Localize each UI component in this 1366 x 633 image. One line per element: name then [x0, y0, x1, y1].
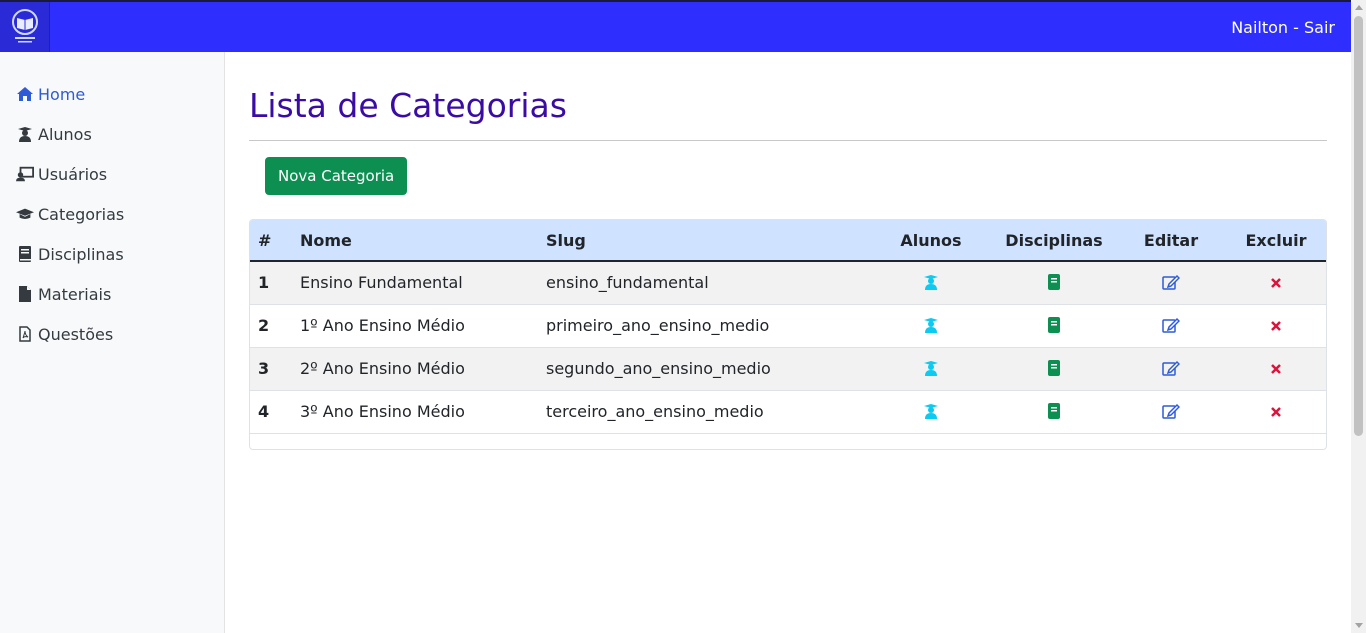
- page-title: Lista de Categorias: [249, 86, 567, 125]
- sidebar-item-label: Home: [38, 84, 86, 104]
- row-slug: terceiro_ano_ensino_medio: [546, 402, 764, 421]
- delete-x-icon[interactable]: [1266, 273, 1286, 293]
- logout-link[interactable]: Nailton - Sair: [1231, 18, 1335, 37]
- column-header-editar: Editar: [1143, 230, 1199, 250]
- row-id: 4: [258, 402, 270, 421]
- alunos-student-icon[interactable]: [921, 358, 941, 378]
- table-header-row: # Nome Slug Alunos Disciplinas Editar Ex…: [250, 220, 1326, 261]
- row-nome: 2º Ano Ensino Médio: [300, 359, 465, 378]
- scroll-up-arrow-icon[interactable]: [1355, 5, 1363, 10]
- graduation-cap-icon: [16, 205, 34, 223]
- sidebar-item-label: Materiais: [38, 284, 112, 304]
- disciplinas-book-icon[interactable]: [1044, 315, 1064, 335]
- sidebar: Home Alunos Usuários Categorias Discipli…: [0, 52, 225, 633]
- table-row: 2 1º Ano Ensino Médio primeiro_ano_ensin…: [250, 304, 1326, 347]
- categories-table: # Nome Slug Alunos Disciplinas Editar Ex…: [250, 220, 1326, 434]
- categories-table-container: # Nome Slug Alunos Disciplinas Editar Ex…: [249, 219, 1327, 450]
- student-icon: [16, 125, 34, 143]
- delete-x-icon[interactable]: [1266, 316, 1286, 336]
- title-divider: [249, 140, 1327, 141]
- column-header-disciplinas: Disciplinas: [1005, 230, 1103, 250]
- edit-icon[interactable]: [1161, 315, 1181, 335]
- row-nome: Ensino Fundamental: [300, 273, 463, 293]
- column-header-id: #: [258, 230, 272, 250]
- file-pdf-icon: [16, 325, 34, 343]
- sidebar-item-questoes[interactable]: Questões: [0, 314, 224, 354]
- alunos-student-icon[interactable]: [921, 401, 941, 421]
- sidebar-item-usuarios[interactable]: Usuários: [0, 154, 224, 194]
- sidebar-item-materiais[interactable]: Materiais: [0, 274, 224, 314]
- column-header-nome: Nome: [300, 230, 352, 250]
- row-id: 3: [258, 359, 270, 378]
- table-row: 4 3º Ano Ensino Médio terceiro_ano_ensin…: [250, 390, 1326, 433]
- row-id: 1: [258, 273, 270, 293]
- alunos-student-icon[interactable]: [921, 272, 941, 292]
- top-navbar: Nailton - Sair: [0, 0, 1351, 52]
- table-row: 1 Ensino Fundamental ensino_fundamental: [250, 261, 1326, 304]
- sidebar-item-alunos[interactable]: Alunos: [0, 114, 224, 154]
- book-icon: [16, 245, 34, 263]
- sidebar-item-label: Disciplinas: [38, 244, 124, 264]
- school-logo-icon[interactable]: [0, 2, 50, 52]
- table-row: 3 2º Ano Ensino Médio segundo_ano_ensino…: [250, 347, 1326, 390]
- disciplinas-book-icon[interactable]: [1044, 358, 1064, 378]
- disciplinas-book-icon[interactable]: [1044, 272, 1064, 292]
- column-header-slug: Slug: [546, 230, 586, 250]
- sidebar-item-label: Alunos: [38, 124, 92, 144]
- delete-x-icon[interactable]: [1266, 359, 1286, 379]
- sidebar-item-label: Categorias: [38, 204, 125, 224]
- vertical-scrollbar[interactable]: [1351, 0, 1366, 633]
- home-icon: [16, 85, 34, 103]
- chalkboard-user-icon: [16, 165, 34, 183]
- disciplinas-book-icon[interactable]: [1044, 401, 1064, 421]
- new-category-button[interactable]: Nova Categoria: [265, 157, 408, 195]
- sidebar-item-label: Usuários: [38, 164, 108, 184]
- row-nome: 1º Ano Ensino Médio: [300, 316, 465, 335]
- main-content: Lista de Categorias Nova Categoria # Nom…: [249, 52, 1327, 450]
- row-id: 2: [258, 316, 270, 335]
- sidebar-item-categorias[interactable]: Categorias: [0, 194, 224, 234]
- alunos-student-icon[interactable]: [921, 315, 941, 335]
- row-slug: segundo_ano_ensino_medio: [546, 359, 771, 378]
- row-slug: primeiro_ano_ensino_medio: [546, 316, 770, 335]
- scrollbar-thumb[interactable]: [1354, 16, 1363, 436]
- column-header-excluir: Excluir: [1245, 230, 1307, 250]
- row-nome: 3º Ano Ensino Médio: [300, 402, 465, 421]
- edit-icon[interactable]: [1161, 272, 1181, 292]
- sidebar-item-home[interactable]: Home: [0, 74, 224, 114]
- edit-icon[interactable]: [1161, 401, 1181, 421]
- sidebar-item-disciplinas[interactable]: Disciplinas: [0, 234, 224, 274]
- scroll-down-arrow-icon[interactable]: [1355, 623, 1363, 628]
- column-header-alunos: Alunos: [900, 230, 962, 250]
- sidebar-item-label: Questões: [38, 324, 114, 344]
- edit-icon[interactable]: [1161, 358, 1181, 378]
- file-icon: [16, 285, 34, 303]
- delete-x-icon[interactable]: [1266, 402, 1286, 422]
- row-slug: ensino_fundamental: [546, 273, 709, 293]
